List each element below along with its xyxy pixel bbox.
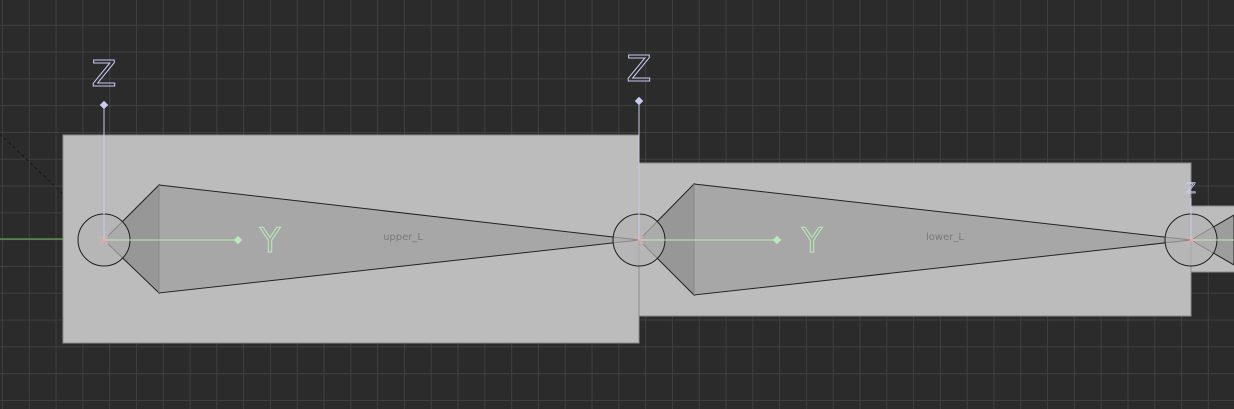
joint-2-z-axis-handle[interactable] bbox=[634, 96, 644, 106]
joint-3-z-label: Z bbox=[1186, 181, 1196, 197]
3d-viewport[interactable]: Z Y Z Y Z upper_L lower_L bbox=[0, 0, 1234, 409]
joint-1-z-label: Z bbox=[92, 54, 117, 95]
bone-upper-label: upper_L bbox=[383, 232, 423, 243]
joint-2-y-label: Y bbox=[801, 221, 823, 261]
joint-2-z-label: Z bbox=[627, 49, 652, 90]
bone-lower-label: lower_L bbox=[926, 232, 964, 243]
viewport-canvas[interactable]: Z Y Z Y Z upper_L lower_L bbox=[0, 0, 1234, 409]
joint-1-z-axis-handle[interactable] bbox=[99, 100, 109, 110]
joint-1-y-label: Y bbox=[259, 221, 281, 261]
